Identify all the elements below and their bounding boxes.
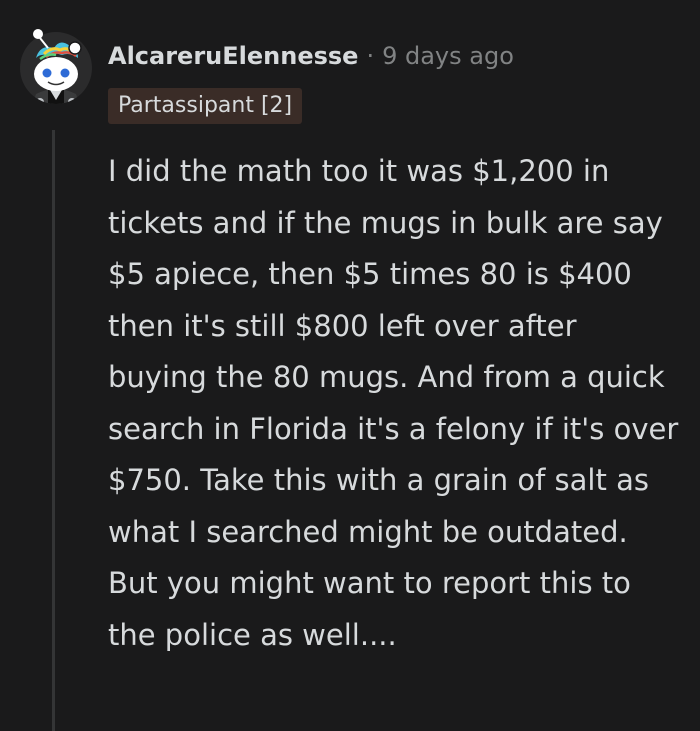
- separator-dot: ·: [366, 42, 375, 70]
- timestamp-link[interactable]: 9 days ago: [382, 42, 514, 70]
- comment-meta: AlcareruElennesse · 9 days ago: [108, 36, 514, 76]
- avatar[interactable]: [20, 24, 92, 112]
- snoo-avatar-icon: [20, 29, 92, 104]
- comment: AlcareruElennesse · 9 days ago Partassip…: [0, 0, 700, 731]
- user-flair: Partassipant [2]: [108, 88, 303, 124]
- thread-line[interactable]: [52, 130, 55, 731]
- comment-body: I did the math too it was $1,200 in tick…: [108, 154, 679, 652]
- username-link[interactable]: AlcareruElennesse: [108, 42, 358, 70]
